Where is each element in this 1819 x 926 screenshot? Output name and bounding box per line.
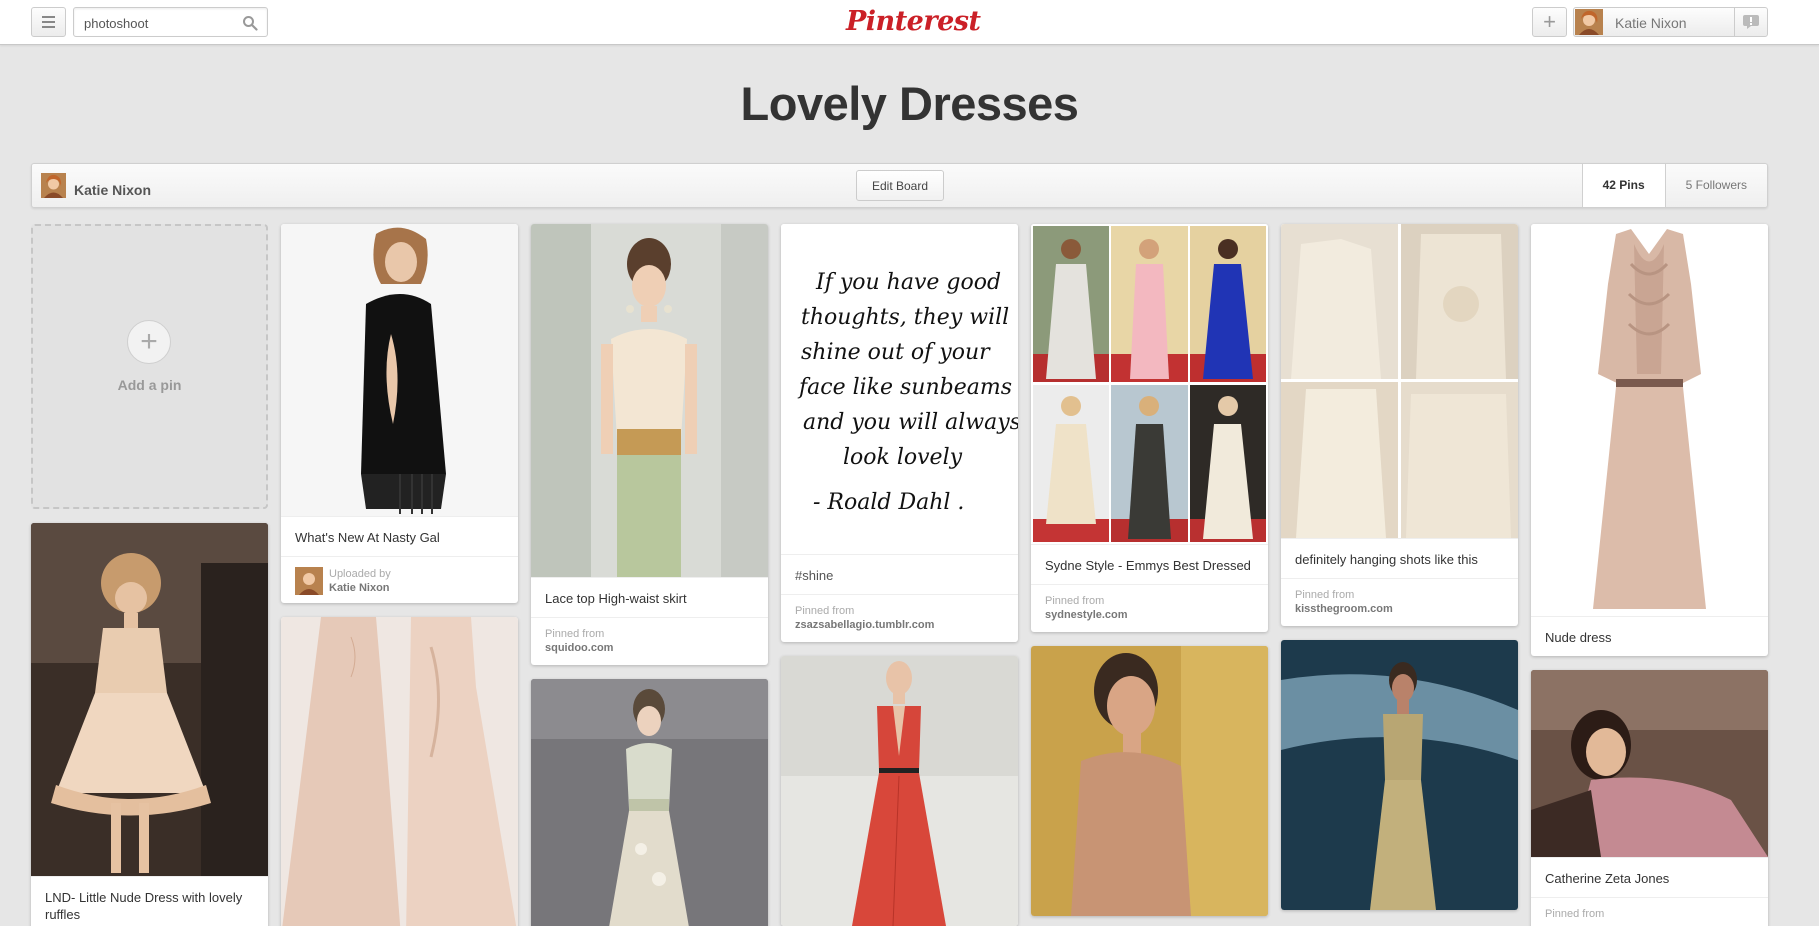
pin-lnd[interactable]: LND- Little Nude Dress with lovely ruffl…	[31, 523, 268, 926]
quote-line: and you will always	[803, 410, 1018, 435]
avatar	[1575, 9, 1603, 35]
pin-image[interactable]	[1281, 224, 1518, 538]
pin-image[interactable]	[31, 523, 268, 876]
pin-nastygal[interactable]: What's New At Nasty Gal Uploaded by Kati…	[281, 224, 518, 603]
pin-image[interactable]: If you have good thoughts, they will shi…	[781, 224, 1018, 554]
pin-catherine[interactable]: Catherine Zeta Jones Pinned from	[1531, 670, 1768, 926]
user-name: Katie Nixon	[1615, 15, 1687, 31]
pin-column-2: What's New At Nasty Gal Uploaded by Kati…	[281, 224, 518, 926]
pin-column-3: Lace top High-waist skirt Pinned from sq…	[531, 224, 768, 926]
board-owner-name[interactable]: Katie Nixon	[74, 182, 151, 198]
notifications-icon[interactable]	[1742, 14, 1760, 30]
pin-image[interactable]	[781, 656, 1018, 926]
pin-description: definitely hanging shots like this	[1281, 538, 1518, 578]
pin-column-4: If you have good thoughts, they will shi…	[781, 224, 1018, 926]
pin-image[interactable]	[281, 224, 518, 516]
pin-image[interactable]	[1031, 646, 1268, 916]
board-owner-avatar[interactable]	[41, 173, 66, 198]
pin-image[interactable]	[281, 617, 518, 926]
pin-source: Pinned from kissthegroom.com	[1281, 578, 1518, 626]
board-header-bar: Katie Nixon Edit Board 42 Pins 5 Followe…	[31, 163, 1768, 208]
search-input[interactable]	[84, 14, 234, 32]
pin-red-gown[interactable]	[781, 656, 1018, 926]
plus-icon: +	[127, 320, 171, 364]
pin-source: Pinned from zsazsabellagio.tumblr.com	[781, 594, 1018, 642]
pin-column-1: + Add a pin LND- Little Nude Dress with …	[31, 224, 268, 926]
quote-line: shine out of your	[801, 340, 991, 365]
pin-description: What's New At Nasty Gal	[281, 516, 518, 556]
followers-count-tab[interactable]: 5 Followers	[1664, 164, 1767, 207]
pin-source: Pinned from squidoo.com	[531, 617, 768, 665]
pin-image[interactable]	[1281, 640, 1518, 910]
pin-image[interactable]	[1531, 224, 1768, 616]
pin-image[interactable]	[1531, 670, 1768, 857]
pin-hanging[interactable]: definitely hanging shots like this Pinne…	[1281, 224, 1518, 626]
pin-portrait-gold[interactable]	[1031, 646, 1268, 916]
board-stats: 42 Pins 5 Followers	[1581, 164, 1767, 207]
pin-description: Lace top High-waist skirt	[531, 577, 768, 617]
pin-source: Uploaded by Katie Nixon	[281, 556, 518, 603]
uploader-avatar[interactable]	[295, 567, 323, 595]
pin-description: LND- Little Nude Dress with lovely ruffl…	[31, 876, 268, 926]
search-box	[73, 7, 268, 37]
top-navigation-bar: Pinterest + Katie Nixon	[0, 0, 1819, 45]
user-menu-button[interactable]: Katie Nixon	[1573, 7, 1768, 37]
pinterest-logo[interactable]: Pinterest	[846, 2, 981, 42]
pins-count-tab[interactable]: 42 Pins	[1581, 164, 1665, 207]
search-icon[interactable]	[242, 15, 258, 31]
pin-image[interactable]	[531, 224, 768, 577]
pin-image[interactable]	[1031, 224, 1268, 544]
quote-line: - Roald Dahl .	[813, 490, 964, 515]
add-button[interactable]: +	[1532, 7, 1567, 37]
quote-line: thoughts, they will	[801, 305, 1009, 330]
edit-board-button[interactable]: Edit Board	[856, 170, 944, 201]
pin-gold-gown[interactable]	[1281, 640, 1518, 910]
pin-description: #shine	[781, 554, 1018, 594]
quote-line: face like sunbeams	[797, 375, 1012, 400]
quote-line: If you have good	[815, 270, 1001, 295]
pin-runway-floral[interactable]	[531, 679, 768, 926]
pin-column-6: definitely hanging shots like this Pinne…	[1281, 224, 1518, 924]
menu-icon	[42, 16, 55, 18]
pin-shine[interactable]: If you have good thoughts, they will shi…	[781, 224, 1018, 642]
add-pin-label: Add a pin	[117, 377, 182, 393]
add-pin-tile[interactable]: + Add a pin	[31, 224, 268, 509]
pin-source: Pinned from sydnestyle.com	[1031, 584, 1268, 632]
menu-button[interactable]	[31, 7, 66, 37]
pin-description: Sydne Style - Emmys Best Dressed	[1031, 544, 1268, 584]
pin-column-5: Sydne Style - Emmys Best Dressed Pinned …	[1031, 224, 1268, 926]
pin-description: Nude dress	[1531, 616, 1768, 656]
pin-emmys[interactable]: Sydne Style - Emmys Best Dressed Pinned …	[1031, 224, 1268, 632]
pin-lace[interactable]: Lace top High-waist skirt Pinned from sq…	[531, 224, 768, 665]
pin-gowns[interactable]	[281, 617, 518, 926]
pin-source: Pinned from	[1531, 897, 1768, 926]
board-title: Lovely Dresses	[740, 77, 1079, 130]
pin-column-7: Nude dress Catherine Zeta Jones Pinned f…	[1531, 224, 1768, 926]
pin-description: Catherine Zeta Jones	[1531, 857, 1768, 897]
pin-nude-dress[interactable]: Nude dress	[1531, 224, 1768, 656]
pin-image[interactable]	[531, 679, 768, 926]
quote-line: look lovely	[843, 445, 963, 470]
